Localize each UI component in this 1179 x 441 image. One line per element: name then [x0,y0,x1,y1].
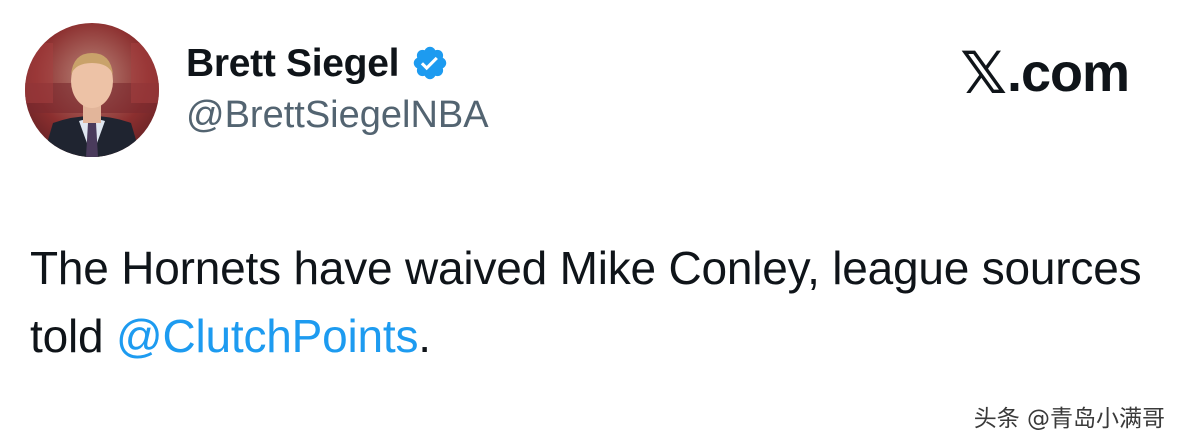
x-logo-icon: 𝕏 [960,39,1007,107]
author-display-name[interactable]: Brett Siegel [186,44,399,83]
mention-link[interactable]: @ClutchPoints [116,310,419,362]
tweet-card: Brett Siegel @BrettSiegelNBA 𝕏 .com The … [0,0,1179,441]
verified-badge-icon [411,44,449,82]
watermark: 头条 @青岛小满哥 [973,406,1165,432]
author-handle[interactable]: @BrettSiegelNBA [186,96,489,134]
tweet-text: The Hornets have waived Mike Conley, lea… [30,234,1150,370]
avatar-photo-icon [25,23,159,157]
avatar[interactable] [25,23,159,157]
author-name-row: Brett Siegel [186,38,449,88]
brand-logo: 𝕏 .com [960,39,1130,107]
brand-label: .com [1006,43,1130,103]
tweet-text-end: . [418,310,431,362]
